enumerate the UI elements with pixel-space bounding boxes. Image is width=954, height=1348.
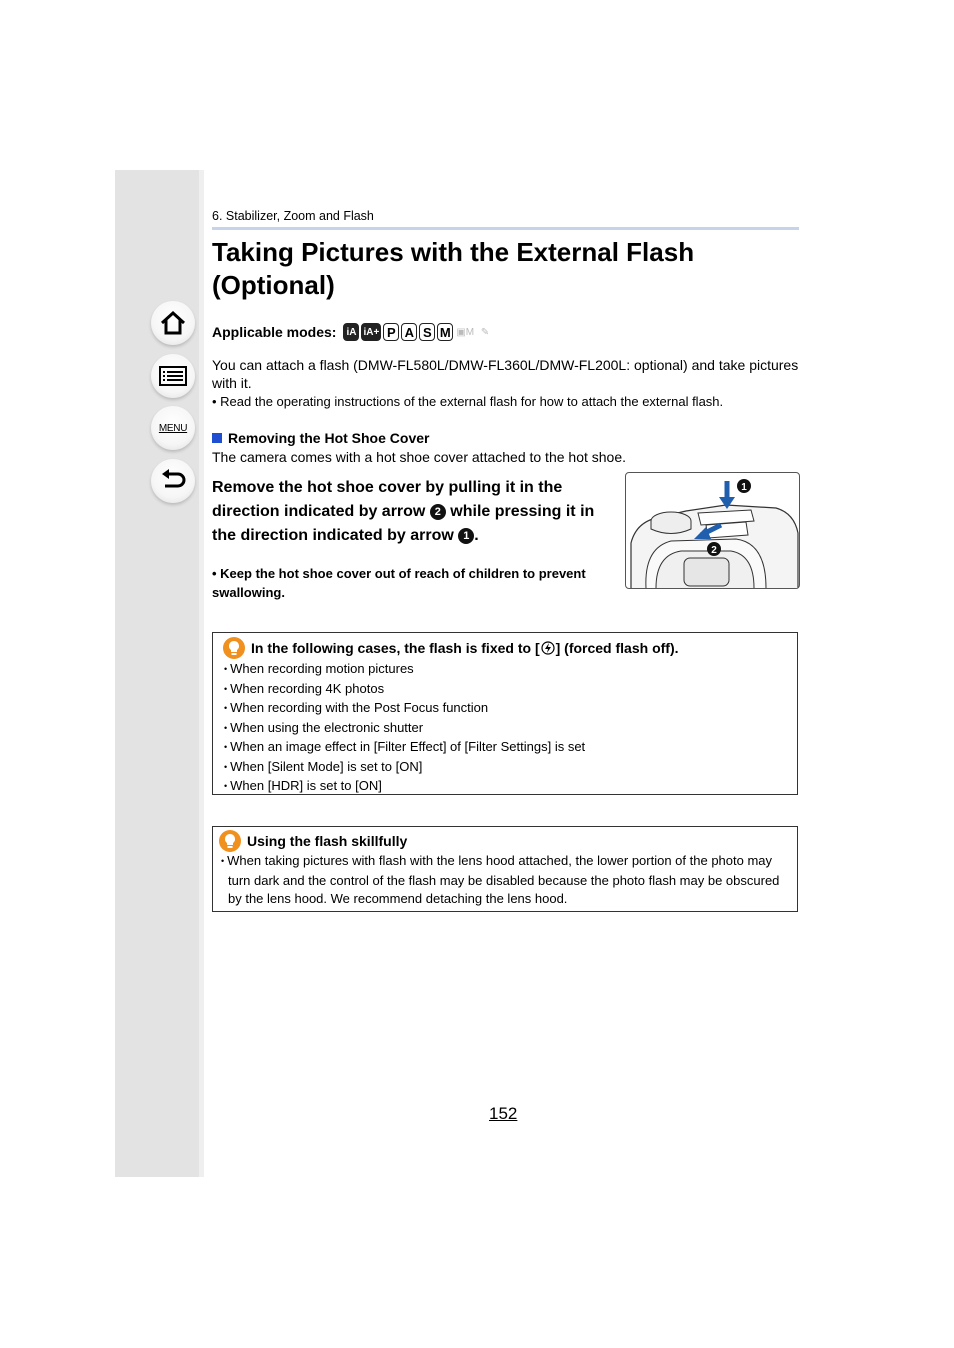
- list-item: When an image effect in [Filter Effect] …: [222, 738, 797, 758]
- step-text-3: .: [474, 527, 479, 544]
- mode-custom-icon: ✎: [480, 326, 490, 338]
- illus-marker-2: 2: [711, 545, 717, 556]
- list-item: When [HDR] is set to [ON]: [222, 777, 797, 797]
- mode-a-icon: A: [401, 323, 418, 341]
- tip-bulb-icon: [219, 830, 241, 852]
- page-title: Taking Pictures with the External Flash …: [212, 237, 695, 300]
- back-arrow-icon: [162, 469, 186, 488]
- intro-note-text: Read the operating instructions of the e…: [220, 394, 724, 409]
- illus-marker-1: 1: [741, 482, 747, 493]
- list-icon: [159, 366, 187, 386]
- mode-s-icon: S: [419, 323, 436, 341]
- home-icon: [160, 310, 186, 335]
- back-button[interactable]: [151, 459, 195, 503]
- flash-tips-box: Using the flash skillfully When taking p…: [212, 826, 798, 912]
- menu-button[interactable]: MENU: [151, 406, 195, 450]
- box2-list: When taking pictures with flash with the…: [213, 852, 797, 909]
- camera-hot-shoe-image: 1 2: [630, 479, 799, 588]
- warning-text: Keep the hot shoe cover out of reach of …: [212, 566, 586, 600]
- marker-2-icon: 2: [429, 504, 446, 520]
- list-item: When recording 4K photos: [222, 680, 797, 700]
- home-button[interactable]: [151, 301, 195, 345]
- list-item: When taking pictures with flash with the…: [219, 852, 789, 909]
- box1-list: When recording motion pictures When reco…: [213, 659, 797, 797]
- breadcrumb: 6. Stabilizer, Zoom and Flash: [212, 209, 374, 223]
- header-rule: [212, 227, 799, 230]
- mode-creative-video-icon: ▣M: [456, 326, 475, 338]
- mode-p-icon: P: [383, 323, 400, 341]
- menu-icon: MENU: [158, 422, 188, 434]
- mode-ia-plus-icon: iA+: [361, 323, 382, 341]
- intro-text: You can attach a flash (DMW-FL580L/DMW-F…: [212, 357, 799, 391]
- section-heading-text: Removing the Hot Shoe Cover: [228, 430, 430, 446]
- warning-note: • Keep the hot shoe cover out of reach o…: [212, 566, 586, 600]
- modes-label: Applicable modes:: [212, 324, 337, 340]
- section-text: The camera comes with a hot shoe cover a…: [212, 449, 627, 465]
- applicable-modes: Applicable modes: iA iA+ P A S M ▣M ✎: [212, 323, 495, 341]
- list-item: When using the electronic shutter: [222, 719, 797, 739]
- contents-button[interactable]: [151, 354, 195, 398]
- forced-flash-off-icon: [541, 641, 555, 655]
- tip-bulb-icon: [223, 637, 245, 659]
- sidebar-edge: [199, 170, 204, 1177]
- list-item: When recording motion pictures: [222, 660, 797, 680]
- page-number: 152: [489, 1104, 518, 1123]
- mode-ia-icon: iA: [343, 323, 360, 341]
- box2-heading-text: Using the flash skillfully: [247, 833, 408, 849]
- box1-heading: In the following cases, the flash is fix…: [213, 633, 797, 659]
- section-heading: Removing the Hot Shoe Cover: [212, 430, 429, 446]
- list-item: When [Silent Mode] is set to [ON]: [222, 758, 797, 778]
- section-square-icon: [212, 433, 222, 443]
- box1-heading-text: In the following cases, the flash is fix…: [251, 640, 540, 656]
- box2-heading: Using the flash skillfully: [213, 827, 797, 852]
- list-item: When recording with the Post Focus funct…: [222, 699, 797, 719]
- box1-heading-end: ] (forced flash off).: [555, 640, 679, 656]
- step-instruction: Remove the hot shoe cover by pulling it …: [212, 476, 617, 548]
- mode-m-icon: M: [437, 323, 454, 341]
- hot-shoe-illustration: 1 2: [625, 472, 800, 589]
- flash-restrictions-box: In the following cases, the flash is fix…: [212, 632, 798, 795]
- intro-note: • Read the operating instructions of the…: [212, 394, 724, 409]
- marker-1-icon: 1: [458, 528, 475, 544]
